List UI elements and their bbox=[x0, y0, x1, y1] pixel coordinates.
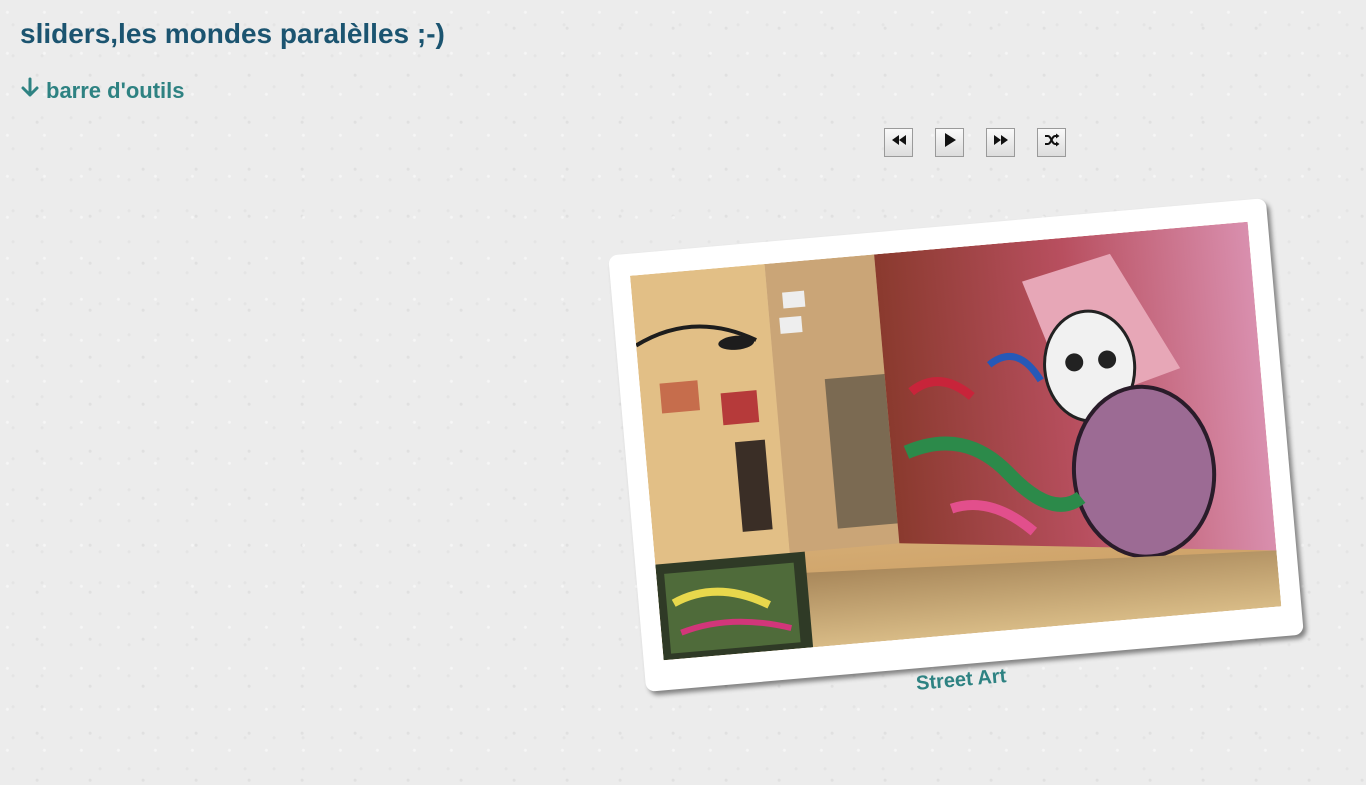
arrow-down-icon bbox=[20, 77, 40, 105]
toolbar-toggle-label: barre d'outils bbox=[46, 78, 185, 103]
slide-image bbox=[630, 221, 1282, 661]
previous-button[interactable] bbox=[884, 128, 913, 157]
play-icon bbox=[942, 132, 958, 153]
slide-caption: Street Art bbox=[915, 665, 1008, 695]
fast-forward-icon bbox=[993, 132, 1009, 153]
play-button[interactable] bbox=[935, 128, 964, 157]
rewind-icon bbox=[891, 132, 907, 153]
shuffle-button[interactable] bbox=[1037, 128, 1066, 157]
next-button[interactable] bbox=[986, 128, 1015, 157]
slider-controls bbox=[884, 128, 1066, 157]
slide-frame bbox=[608, 198, 1304, 692]
toolbar-toggle-link[interactable]: barre d'outils bbox=[20, 77, 184, 105]
page-title: sliders,les mondes paralèlles ;-) bbox=[20, 18, 445, 49]
shuffle-icon bbox=[1044, 132, 1060, 153]
